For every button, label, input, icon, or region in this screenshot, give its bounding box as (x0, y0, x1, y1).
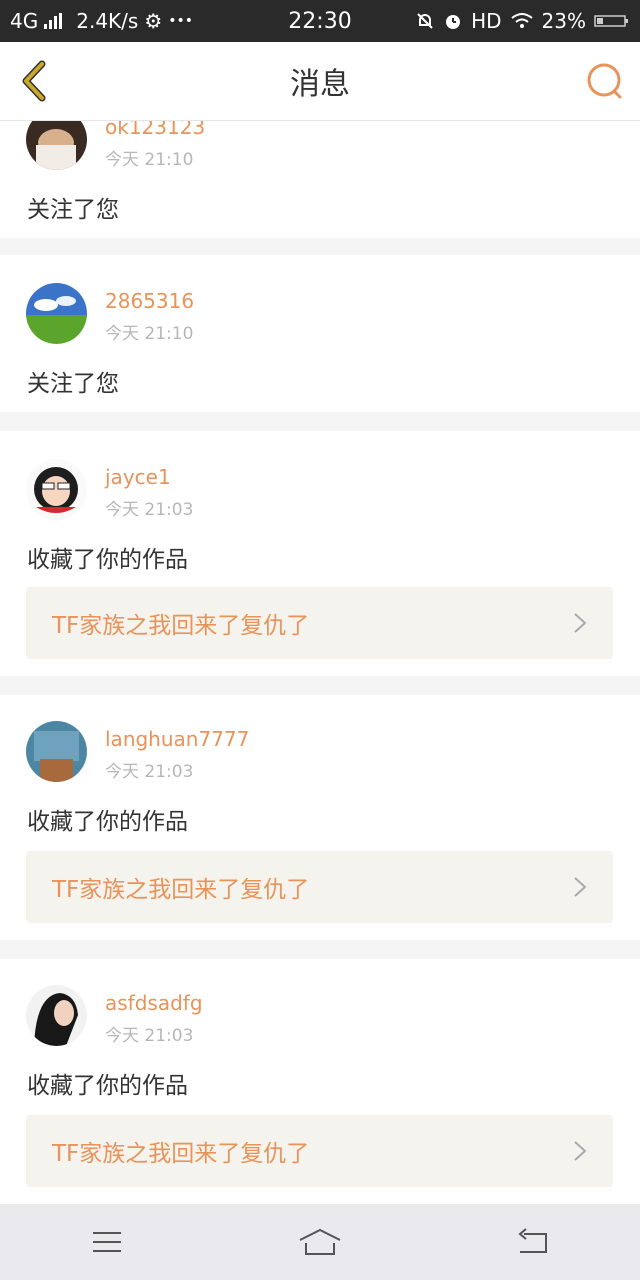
menu-icon[interactable] (77, 1222, 137, 1262)
signal-icon (44, 13, 63, 29)
work-title: TF家族之我回来了复仇了 (52, 877, 310, 903)
username[interactable]: langhuan7777 (105, 727, 249, 751)
message-card: ok123123 今天 21:10 关注了您 (0, 121, 640, 238)
work-title: TF家族之我回来了复仇了 (52, 1141, 310, 1167)
message-card: asfdsadfg 今天 21:03 收藏了你的作品 TF家族之我回来了复仇了 (0, 959, 640, 1204)
avatar[interactable] (26, 721, 87, 782)
message-time: 今天 21:10 (105, 150, 194, 170)
hd-indicator: HD (471, 9, 502, 33)
message-time: 今天 21:10 (105, 324, 194, 344)
alarm-icon (446, 15, 461, 29)
username[interactable]: asfdsadfg (105, 991, 203, 1015)
message-card: jayce1 今天 21:03 收藏了你的作品 TF家族之我回来了复仇了 (0, 431, 640, 676)
avatar[interactable] (26, 121, 87, 170)
app-header: 消息 (0, 42, 640, 121)
username[interactable]: jayce1 (105, 465, 171, 489)
chevron-left-icon[interactable] (12, 58, 58, 104)
gear-icon: ⚙ (144, 9, 163, 33)
message-action: 收藏了你的作品 (27, 547, 188, 573)
wifi-icon (510, 13, 533, 28)
message-card: langhuan7777 今天 21:03 收藏了你的作品 TF家族之我回来了复… (0, 695, 640, 940)
message-time: 今天 21:03 (105, 1026, 194, 1046)
message-action: 关注了您 (27, 197, 119, 223)
avatar[interactable] (26, 985, 87, 1046)
page-title: 消息 (290, 67, 350, 102)
message-action: 收藏了你的作品 (27, 1073, 188, 1099)
work-link[interactable]: TF家族之我回来了复仇了 (26, 1115, 613, 1187)
work-title: TF家族之我回来了复仇了 (52, 613, 310, 639)
system-nav-bar (0, 1204, 640, 1280)
search-icon[interactable] (584, 60, 626, 102)
work-link[interactable]: TF家族之我回来了复仇了 (26, 851, 613, 923)
back-icon[interactable] (503, 1222, 563, 1262)
chevron-right-icon (574, 613, 587, 633)
status-bar: 4G 2.4K/s ⚙ ••• 22:30 HD 23% (0, 0, 640, 42)
message-action: 关注了您 (27, 371, 119, 397)
message-action: 收藏了你的作品 (27, 809, 188, 835)
message-feed[interactable]: ok123123 今天 21:10 关注了您 2865316 今天 21:10 … (0, 121, 640, 1204)
chevron-right-icon (574, 877, 587, 897)
avatar[interactable] (26, 459, 87, 520)
username[interactable]: 2865316 (105, 289, 194, 313)
message-time: 今天 21:03 (105, 500, 194, 520)
bell-muted-icon (417, 13, 433, 29)
message-time: 今天 21:03 (105, 762, 194, 782)
status-time: 22:30 (288, 8, 352, 34)
username[interactable]: ok123123 (105, 121, 205, 139)
chevron-right-icon (574, 1141, 587, 1161)
network-type: 4G (10, 9, 39, 33)
network-speed: 2.4K/s (76, 9, 139, 33)
battery-level: 23% (541, 9, 586, 33)
work-link[interactable]: TF家族之我回来了复仇了 (26, 587, 613, 659)
message-card: 2865316 今天 21:10 关注了您 (0, 255, 640, 412)
home-icon[interactable] (290, 1222, 350, 1262)
avatar[interactable] (26, 283, 87, 344)
battery-icon (594, 15, 628, 27)
more-dots: ••• (168, 13, 194, 29)
